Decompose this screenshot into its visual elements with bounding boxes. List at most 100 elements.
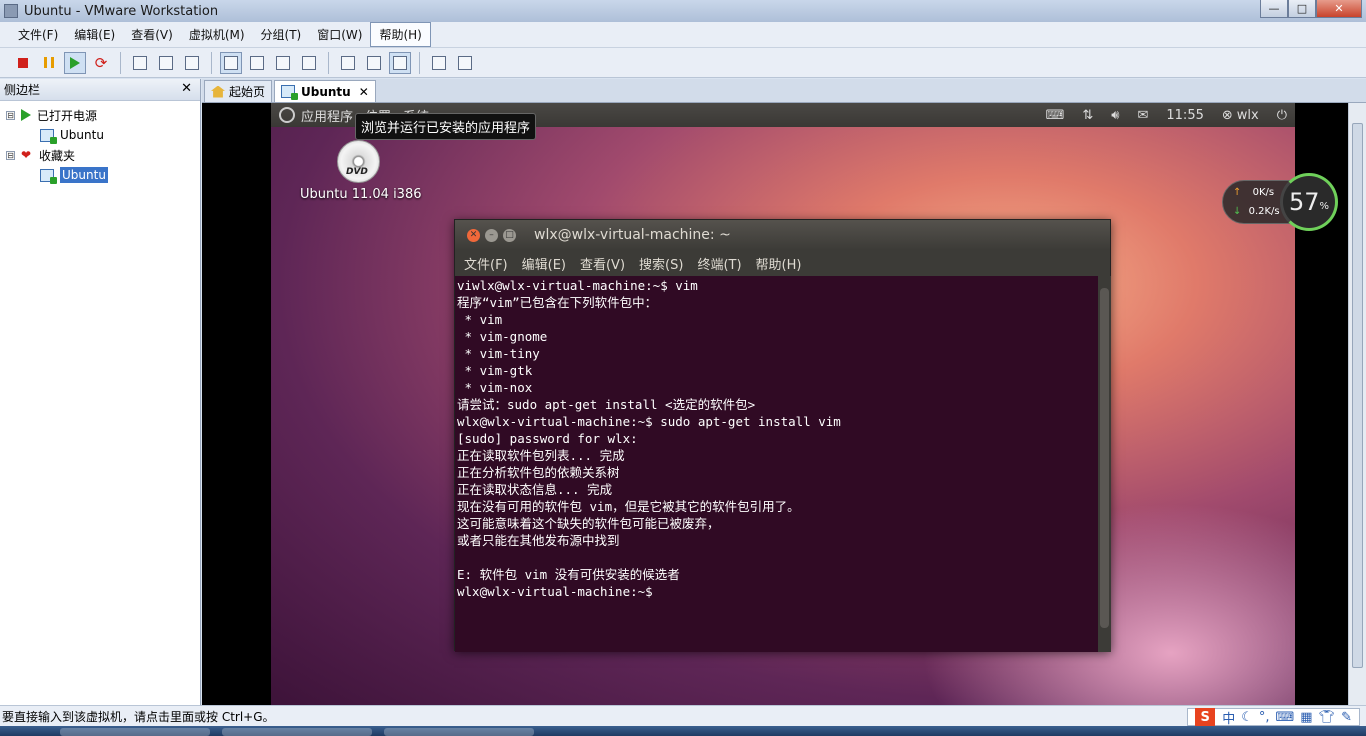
summary-view-icon [367, 55, 381, 70]
panel-menu-applications[interactable]: 应用程序 [301, 106, 353, 125]
suspend-button[interactable] [38, 52, 60, 74]
terminal-title: wlx@wlx-virtual-machine: ~ [534, 227, 731, 243]
toolbar-separator [328, 51, 329, 74]
network-monitor-widget[interactable]: ↑ 0K/s ↓ 0.2K/s 57% [1222, 173, 1338, 231]
vm-vertical-scrollbar[interactable] [1348, 103, 1366, 705]
snapshot-manager-icon [185, 55, 199, 70]
snapshot-manager-button[interactable] [181, 52, 203, 74]
tree-group-label: 收藏夹 [39, 148, 76, 163]
full-screen-icon [276, 55, 290, 70]
mail-icon[interactable]: ✉ [1137, 108, 1148, 123]
terminal-line: [sudo] password for wlx: [457, 431, 638, 446]
tree-item-ubuntu-favorite[interactable]: Ubuntu [0, 165, 200, 185]
tabs-view-button[interactable] [389, 51, 411, 74]
power-off-button[interactable] [12, 52, 34, 74]
collapse-icon[interactable]: ⊟ [6, 110, 15, 120]
terminal-menu-file[interactable]: 文件(F) [464, 254, 508, 273]
terminal-menu-edit[interactable]: 编辑(E) [522, 254, 566, 273]
sidebar-icon [224, 55, 238, 70]
menu-help[interactable]: 帮助(H) [370, 22, 431, 47]
terminal-window[interactable]: ✕ – □ wlx@wlx-virtual-machine: ~ 文件(F) 编… [454, 219, 1111, 652]
tree-item-ubuntu-running[interactable]: Ubuntu [0, 125, 200, 145]
terminal-scrollbar[interactable] [1098, 276, 1111, 652]
desktop-icon-label[interactable]: Ubuntu 11.04 i386 [300, 187, 422, 202]
sidebar-close-icon[interactable]: ✕ [181, 81, 192, 96]
tab-label: Ubuntu [301, 84, 351, 99]
tab-close-icon[interactable]: ✕ [359, 85, 369, 99]
dvd-icon[interactable]: DVD [337, 140, 380, 183]
reset-button[interactable]: ⟳ [90, 52, 112, 74]
keyboard-icon[interactable]: ⌨ [1276, 710, 1295, 725]
moon-icon[interactable]: ☾ [1241, 710, 1253, 725]
full-screen-button[interactable] [272, 52, 294, 74]
menu-vm[interactable]: 虚拟机(M) [181, 23, 253, 46]
vmware-app-icon [4, 4, 18, 18]
sogou-logo-icon: S [1195, 708, 1216, 726]
taskbar-button[interactable] [60, 728, 210, 736]
ime-toolbar[interactable]: S 中 ☾ °, ⌨ ▦ 👕︎ ✎ [1187, 708, 1360, 727]
collapse-icon[interactable]: ⊟ [6, 150, 15, 160]
terminal-menu-terminal[interactable]: 终端(T) [697, 254, 741, 273]
toolbar-separator [211, 51, 212, 74]
power-icon[interactable]: ⏻ [1277, 108, 1287, 123]
console-view-button[interactable] [337, 52, 359, 74]
menu-team[interactable]: 分组(T) [253, 23, 310, 46]
terminal-line: 正在分析软件包的依赖关系树 [457, 465, 620, 480]
tab-home[interactable]: 起始页 [204, 80, 273, 102]
maximize-button[interactable]: □ [1288, 0, 1316, 18]
vm-settings-button[interactable] [428, 52, 450, 74]
skin-icon[interactable]: ▦ [1300, 710, 1312, 725]
terminal-line: 正在读取软件包列表... 完成 [457, 448, 625, 463]
menu-file[interactable]: 文件(F) [10, 23, 66, 46]
stop-icon [18, 57, 28, 68]
terminal-line: * vim-tiny [457, 346, 540, 361]
volume-icon[interactable]: 🔊︎ [1111, 108, 1119, 123]
tab-strip: 起始页 Ubuntu ✕ [202, 79, 1366, 103]
terminal-maximize-button[interactable]: □ [503, 228, 516, 242]
snapshot-button[interactable] [129, 52, 151, 74]
vm-preferences-button[interactable] [454, 52, 476, 74]
dvd-disc-text: DVD [346, 167, 368, 177]
keyboard-icon[interactable]: ⌨ [1046, 108, 1065, 123]
terminal-output[interactable]: viwlx@wlx-virtual-machine:~$ vim 程序“vim”已… [455, 276, 1098, 652]
user-icon[interactable]: ⊗ [1222, 108, 1233, 123]
gauge-value: 57 [1288, 188, 1320, 216]
sidebar: 侧边栏 ✕ ⊟ 已打开电源 Ubuntu ⊟ ❤ 收藏夹 Ubuntu [0, 79, 201, 705]
unity-button[interactable] [298, 52, 320, 74]
terminal-line: 正在读取状态信息... 完成 [457, 482, 613, 497]
terminal-minimize-button[interactable]: – [485, 228, 498, 242]
terminal-scroll-thumb[interactable] [1100, 288, 1109, 628]
show-sidebar-button[interactable] [220, 51, 242, 74]
ime-mode[interactable]: 中 [1222, 708, 1235, 727]
tools-icon[interactable]: 👕︎ [1319, 710, 1336, 725]
revert-snapshot-button[interactable] [155, 52, 177, 74]
terminal-menu-search[interactable]: 搜索(S) [639, 254, 683, 273]
taskbar-button[interactable] [384, 728, 534, 736]
menu-window[interactable]: 窗口(W) [309, 23, 370, 46]
minimize-button[interactable]: — [1260, 0, 1288, 18]
menu-edit[interactable]: 编辑(E) [66, 23, 123, 46]
terminal-line: 或者只能在其他发布源中找到 [457, 533, 620, 548]
tree-group-powered-on[interactable]: ⊟ 已打开电源 [0, 105, 200, 125]
terminal-menu-help[interactable]: 帮助(H) [756, 254, 802, 273]
panel-user[interactable]: wlx [1237, 108, 1259, 123]
terminal-menu-view[interactable]: 查看(V) [580, 254, 625, 273]
punctuation-icon[interactable]: °, [1259, 710, 1270, 725]
network-icon[interactable]: ⇅ [1082, 108, 1093, 123]
close-button[interactable]: ✕ [1316, 0, 1362, 18]
panel-clock[interactable]: 11:55 [1166, 108, 1203, 123]
terminal-close-button[interactable]: ✕ [467, 228, 480, 242]
vm-scroll-thumb[interactable] [1352, 123, 1363, 668]
tree-group-favorites[interactable]: ⊟ ❤ 收藏夹 [0, 145, 200, 165]
terminal-title-bar[interactable]: ✕ – □ wlx@wlx-virtual-machine: ~ [455, 220, 1110, 250]
cpu-gauge: 57% [1280, 173, 1338, 231]
summary-view-button[interactable] [363, 52, 385, 74]
settings-icon[interactable]: ✎ [1341, 710, 1352, 725]
power-on-button[interactable] [64, 51, 86, 74]
taskbar-button[interactable] [222, 728, 372, 736]
tab-ubuntu[interactable]: Ubuntu ✕ [274, 80, 376, 102]
quick-switch-button[interactable] [246, 52, 268, 74]
vm-icon [40, 168, 57, 184]
menu-view[interactable]: 查看(V) [123, 23, 181, 46]
tree-group-label: 已打开电源 [37, 108, 98, 123]
